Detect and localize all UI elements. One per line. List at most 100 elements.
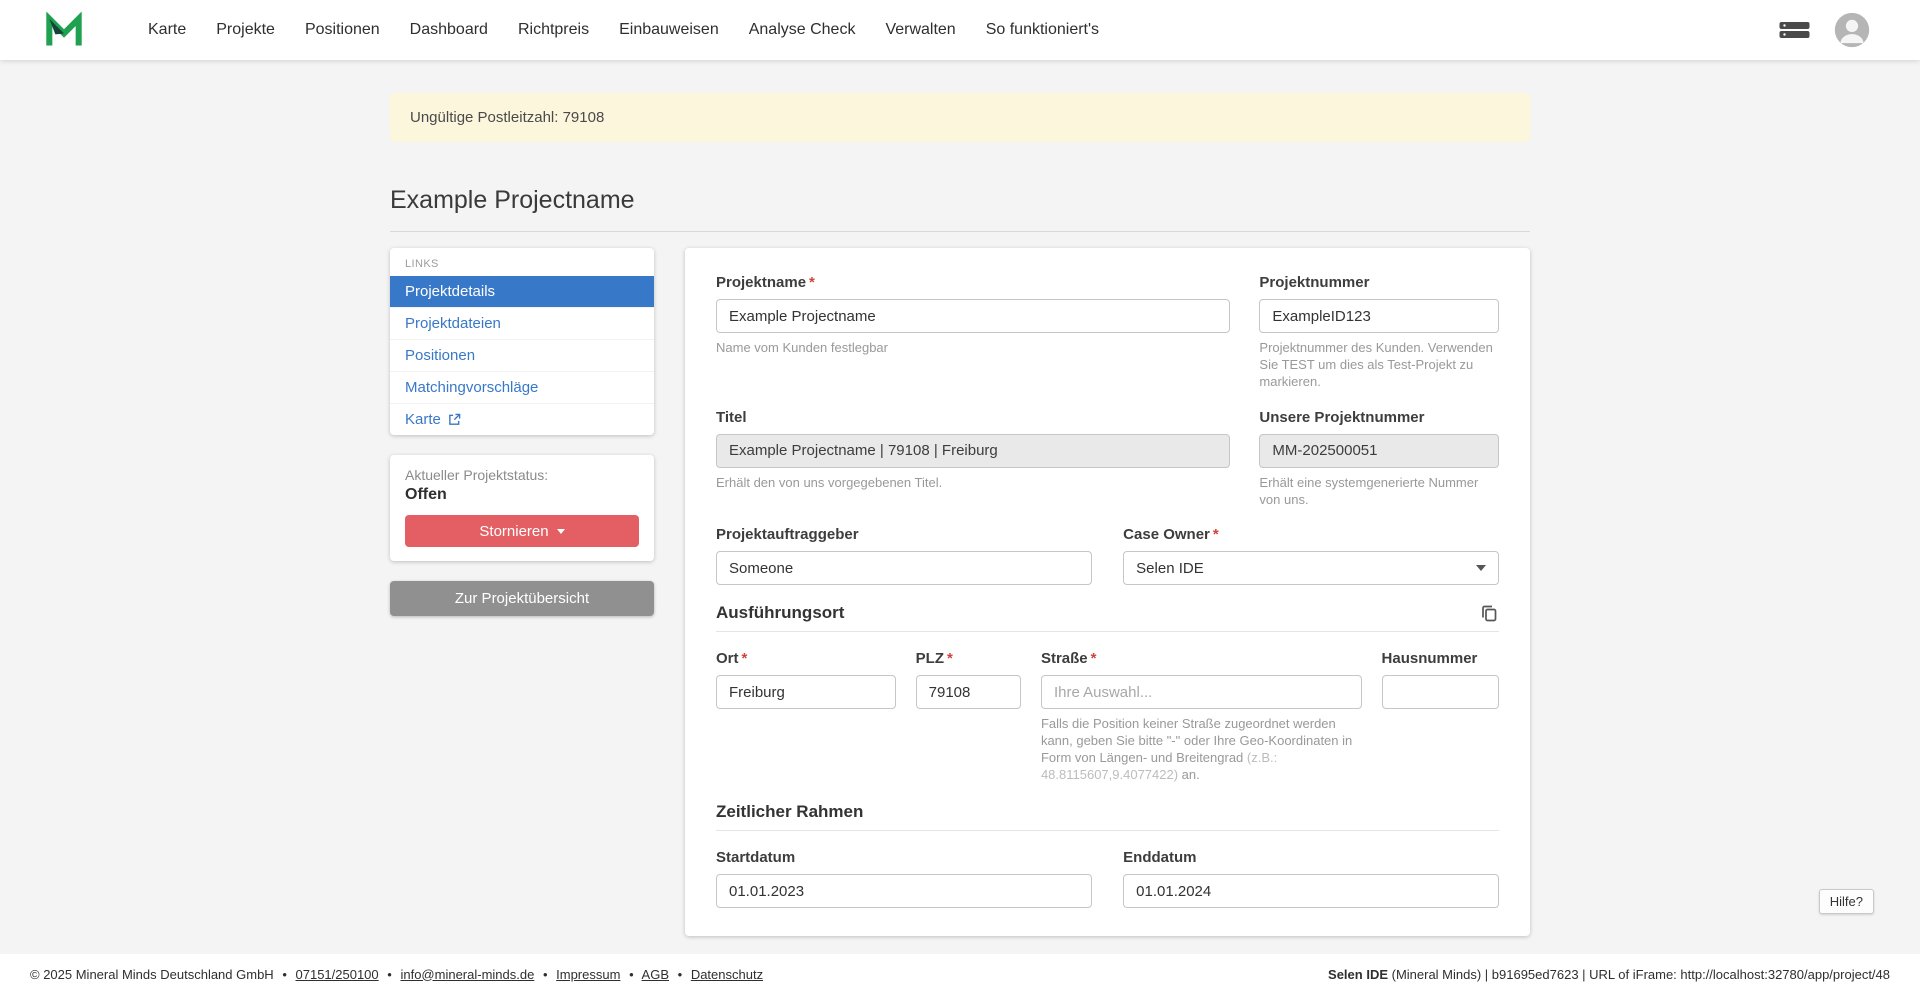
titel-helper: Erhält den von uns vorgegebenen Titel.: [716, 475, 1230, 492]
titel-input: [716, 434, 1230, 468]
nav-item-verwalten[interactable]: Verwalten: [870, 13, 970, 47]
required-marker: *: [1091, 650, 1097, 667]
projektnummer-input[interactable]: [1259, 299, 1499, 333]
sidebar-item-projektdateien[interactable]: Projektdateien: [390, 308, 654, 340]
footer-link-datenschutz[interactable]: Datenschutz: [691, 967, 763, 982]
startdatum-input[interactable]: [716, 874, 1092, 908]
hausnummer-input[interactable]: [1382, 675, 1499, 709]
case-owner-select[interactable]: Selen IDE: [1123, 551, 1499, 585]
plz-label: PLZ*: [916, 650, 1022, 667]
projektname-label: Projektname*: [716, 274, 1230, 291]
section-title-zeitlicher-rahmen: Zeitlicher Rahmen: [716, 802, 863, 822]
enddatum-label: Enddatum: [1123, 849, 1499, 866]
alert-text: Ungültige Postleitzahl: 79108: [410, 109, 604, 126]
footer-link-impressum[interactable]: Impressum: [556, 967, 620, 982]
title-divider: [390, 231, 1530, 232]
stornieren-label: Stornieren: [479, 523, 548, 540]
mineral-minds-logo[interactable]: [45, 12, 83, 48]
unsere-projektnummer-input: [1259, 434, 1499, 468]
footer-separator: •: [543, 967, 548, 982]
footer-left: © 2025 Mineral Minds Deutschland GmbH • …: [30, 967, 763, 982]
strasse-helper: Falls die Position keiner Straße zugeord…: [1041, 716, 1362, 784]
page-body: Ungültige Postleitzahl: 79108 Example Pr…: [0, 93, 1920, 936]
sidebar-item-label: Positionen: [405, 347, 475, 364]
sidebar-item-label: Matchingvorschläge: [405, 379, 538, 396]
main-nav: Karte Projekte Positionen Dashboard Rich…: [133, 13, 1114, 47]
hausnummer-label: Hausnummer: [1382, 650, 1499, 667]
required-marker: *: [809, 274, 815, 291]
sidebar-item-label: Projektdetails: [405, 283, 495, 300]
user-avatar-icon[interactable]: [1834, 12, 1870, 48]
required-marker: *: [742, 650, 748, 667]
status-label: Aktueller Projektstatus:: [405, 467, 639, 483]
case-owner-value: Selen IDE: [1136, 560, 1204, 577]
sidebar-item-label: Projektdateien: [405, 315, 501, 332]
case-owner-label: Case Owner*: [1123, 526, 1499, 543]
nav-item-analyse-check[interactable]: Analyse Check: [734, 13, 871, 47]
required-marker: *: [1213, 526, 1219, 543]
project-overview-button[interactable]: Zur Projektübersicht: [390, 581, 654, 616]
unsere-projektnummer-label: Unsere Projektnummer: [1259, 409, 1499, 426]
left-sidebar: LINKS Projektdetails Projektdateien Posi…: [390, 248, 654, 616]
logo-icon: [45, 12, 83, 48]
nav-item-so-funktionierts[interactable]: So funktioniert's: [971, 13, 1114, 47]
top-navigation: Karte Projekte Positionen Dashboard Rich…: [0, 0, 1920, 60]
strasse-input[interactable]: [1041, 675, 1362, 709]
section-title-ausfuehrungsort: Ausführungsort: [716, 603, 844, 623]
copy-icon[interactable]: [1479, 603, 1499, 623]
status-card: Aktueller Projektstatus: Offen Storniere…: [390, 455, 654, 561]
startdatum-label: Startdatum: [716, 849, 1092, 866]
sidebar-item-matchingvorschlaege[interactable]: Matchingvorschläge: [390, 372, 654, 404]
footer: © 2025 Mineral Minds Deutschland GmbH • …: [0, 954, 1920, 994]
section-divider: [716, 631, 1499, 632]
footer-link-email[interactable]: info@mineral-minds.de: [400, 967, 534, 982]
chevron-down-icon: [1476, 565, 1486, 571]
nav-item-einbauweisen[interactable]: Einbauweisen: [604, 13, 734, 47]
page-title: Example Projectname: [390, 186, 1530, 215]
footer-session-details: (Mineral Minds) | b91695ed7623 | URL of …: [1388, 967, 1890, 982]
footer-separator: •: [387, 967, 392, 982]
section-divider: [716, 830, 1499, 831]
external-link-icon: [448, 413, 461, 426]
help-button[interactable]: Hilfe?: [1819, 889, 1874, 914]
projektname-input[interactable]: [716, 299, 1230, 333]
links-card: LINKS Projektdetails Projektdateien Posi…: [390, 248, 654, 435]
ort-label: Ort*: [716, 650, 896, 667]
ort-input[interactable]: [716, 675, 896, 709]
footer-link-agb[interactable]: AGB: [642, 967, 669, 982]
footer-separator: •: [629, 967, 634, 982]
nav-item-positionen[interactable]: Positionen: [290, 13, 395, 47]
server-icon[interactable]: [1779, 20, 1810, 40]
projektnummer-helper: Projektnummer des Kunden. Verwenden Sie …: [1259, 340, 1499, 391]
sidebar-item-karte[interactable]: Karte: [390, 404, 654, 435]
caret-down-icon: [557, 529, 565, 534]
projektname-helper: Name vom Kunden festlegbar: [716, 340, 1230, 357]
unsere-projektnummer-helper: Erhält eine systemgenerierte Nummer von …: [1259, 475, 1499, 509]
sidebar-item-label: Karte: [405, 411, 441, 428]
projektnummer-label: Projektnummer: [1259, 274, 1499, 291]
alert-banner: Ungültige Postleitzahl: 79108: [390, 93, 1530, 142]
footer-separator: •: [282, 967, 287, 982]
footer-copyright: © 2025 Mineral Minds Deutschland GmbH: [30, 967, 274, 982]
stornieren-button[interactable]: Stornieren: [405, 515, 639, 547]
footer-link-phone[interactable]: 07151/250100: [296, 967, 379, 982]
required-marker: *: [947, 650, 953, 667]
footer-user: Selen IDE: [1328, 967, 1388, 982]
projektauftraggeber-label: Projektauftraggeber: [716, 526, 1092, 543]
project-form-card: Projektname* Name vom Kunden festlegbar …: [685, 248, 1530, 936]
enddatum-input[interactable]: [1123, 874, 1499, 908]
sidebar-item-projektdetails[interactable]: Projektdetails: [390, 276, 654, 308]
nav-item-karte[interactable]: Karte: [133, 13, 201, 47]
plz-input[interactable]: [916, 675, 1022, 709]
sidebar-item-positionen[interactable]: Positionen: [390, 340, 654, 372]
status-value: Offen: [405, 486, 639, 504]
projektauftraggeber-input[interactable]: [716, 551, 1092, 585]
nav-item-dashboard[interactable]: Dashboard: [395, 13, 503, 47]
nav-item-projekte[interactable]: Projekte: [201, 13, 290, 47]
nav-right-icons: [1779, 12, 1870, 48]
footer-separator: •: [678, 967, 683, 982]
links-header: LINKS: [390, 248, 654, 276]
nav-item-richtpreis[interactable]: Richtpreis: [503, 13, 604, 47]
titel-label: Titel: [716, 409, 1230, 426]
footer-session-info: Selen IDE (Mineral Minds) | b91695ed7623…: [1328, 967, 1890, 982]
